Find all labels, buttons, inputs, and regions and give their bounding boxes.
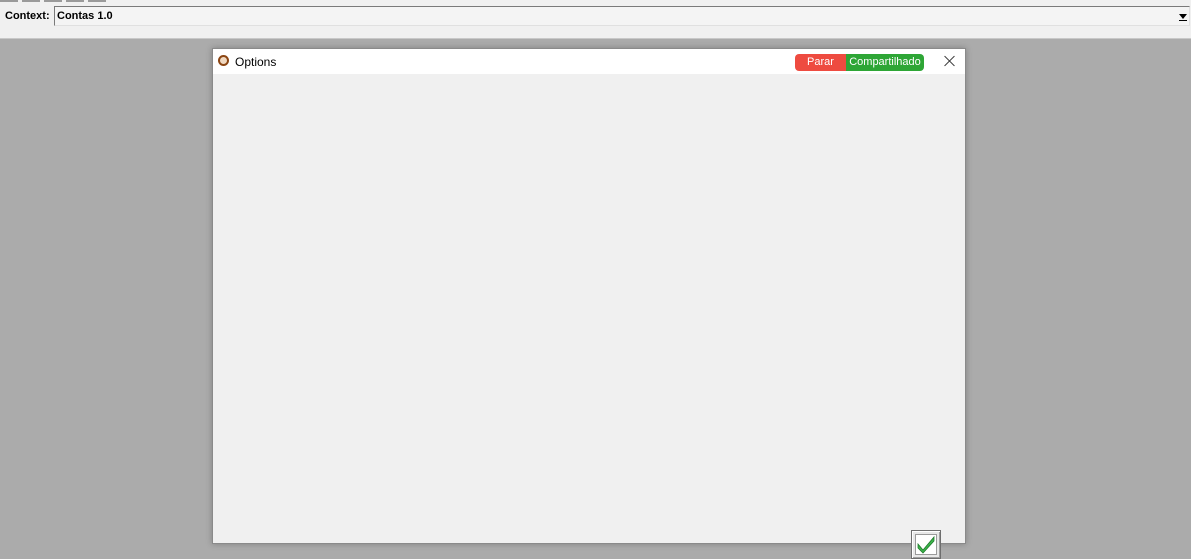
- toolbar-button[interactable]: [66, 0, 84, 2]
- stop-button[interactable]: Parar: [795, 54, 846, 71]
- dialog-title-bar[interactable]: Options Parar Compartilhado: [213, 49, 965, 74]
- toolbar-buttons: [0, 0, 110, 3]
- context-row: Context: Contas 1.0: [0, 6, 1191, 28]
- chevron-down-icon[interactable]: [1179, 14, 1187, 21]
- app-icon: [218, 55, 229, 66]
- context-select[interactable]: Contas 1.0: [54, 6, 1190, 26]
- top-toolbar: Context: Contas 1.0: [0, 0, 1191, 39]
- options-dialog: Options Parar Compartilhado: [212, 48, 966, 559]
- toolbar-button[interactable]: [0, 0, 18, 2]
- toolbar-button[interactable]: [88, 0, 106, 2]
- close-icon[interactable]: [942, 53, 958, 69]
- status-pill-group: Parar Compartilhado: [795, 54, 924, 71]
- dialog-body: [213, 74, 965, 559]
- shared-status-badge[interactable]: Compartilhado: [846, 54, 924, 71]
- context-label: Context:: [5, 10, 50, 22]
- confirm-button[interactable]: [911, 530, 941, 559]
- dialog-title: Options: [235, 55, 277, 69]
- context-value: Contas 1.0: [57, 10, 113, 22]
- toolbar-button[interactable]: [22, 0, 40, 2]
- toolbar-button[interactable]: [44, 0, 62, 2]
